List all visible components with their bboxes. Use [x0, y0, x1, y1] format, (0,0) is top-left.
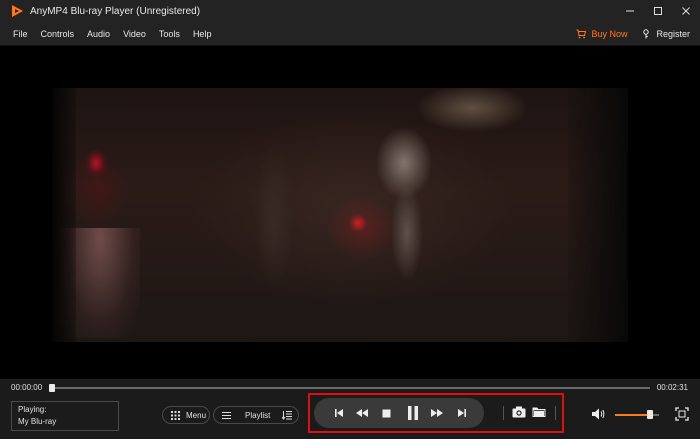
menu-file[interactable]: File [13, 29, 28, 39]
now-playing-title: My Blu-ray [18, 417, 57, 426]
total-time: 00:02:31 [656, 383, 688, 392]
app-logo-icon [12, 5, 23, 17]
list-icon [222, 411, 231, 419]
window-title: AnyMP4 Blu-ray Player (Unregistered) [30, 5, 201, 17]
pause-button[interactable] [405, 404, 421, 422]
skip-next-icon [458, 409, 466, 417]
separator [503, 406, 504, 420]
volume-handle[interactable] [647, 410, 654, 419]
fullscreen-button[interactable] [675, 407, 689, 421]
cart-icon [576, 29, 587, 38]
buy-now-label: Buy Now [591, 28, 628, 39]
pause-icon [408, 406, 418, 420]
fast-forward-button[interactable] [430, 406, 444, 420]
camera-icon [512, 406, 526, 418]
buy-now-button[interactable]: Buy Now [576, 29, 627, 39]
seek-bar[interactable] [50, 387, 650, 389]
minimize-button[interactable] [616, 0, 644, 22]
window-controls [616, 0, 700, 22]
menu-help[interactable]: Help [193, 29, 212, 39]
menu-audio[interactable]: Audio [87, 29, 110, 39]
now-playing-box: Playing: My Blu-ray [11, 401, 119, 431]
open-folder-button[interactable] [532, 405, 546, 419]
scene-shade-left [52, 88, 76, 342]
scene-shade-right [568, 88, 628, 342]
fullscreen-icon [675, 407, 689, 421]
menu-tools[interactable]: Tools [159, 29, 180, 39]
playlist-label: Playlist [245, 410, 271, 420]
seek-handle[interactable] [49, 384, 55, 392]
minimize-icon [626, 10, 634, 12]
key-icon [643, 28, 650, 38]
fast-forward-icon [431, 409, 443, 417]
volume-button[interactable] [592, 407, 606, 421]
title-bar: AnyMP4 Blu-ray Player (Unregistered) [0, 0, 700, 22]
speaker-icon [592, 408, 605, 420]
disc-menu-label: Menu [186, 410, 207, 420]
snapshot-button[interactable] [512, 405, 526, 419]
volume-level [615, 414, 651, 416]
playlist-button[interactable]: Playlist [213, 406, 299, 424]
folder-icon [532, 407, 546, 417]
maximize-icon [654, 7, 662, 15]
control-bar: Playing: My Blu-ray Menu Playlist [0, 393, 700, 439]
menu-controls[interactable]: Controls [41, 29, 75, 39]
menu-bar: File Controls Audio Video Tools Help Buy… [0, 22, 700, 46]
now-playing-label: Playing: [18, 405, 47, 414]
stop-button[interactable] [379, 406, 393, 420]
rewind-button[interactable] [355, 406, 369, 420]
video-display[interactable] [0, 46, 700, 379]
skip-previous-icon [335, 409, 343, 417]
transport-controls [314, 398, 484, 428]
menu-video[interactable]: Video [123, 29, 146, 39]
register-label: Register [656, 28, 690, 39]
register-button[interactable]: Register [641, 29, 690, 39]
playlist-order-icon[interactable] [282, 410, 292, 420]
separator [555, 406, 556, 420]
disc-menu-button[interactable]: Menu [162, 406, 210, 424]
maximize-button[interactable] [644, 0, 672, 22]
grid-icon [171, 410, 180, 420]
skip-previous-button[interactable] [332, 406, 346, 420]
video-frame [52, 88, 628, 342]
skip-next-button[interactable] [455, 406, 469, 420]
rewind-icon [356, 409, 368, 417]
close-icon [682, 7, 690, 15]
close-button[interactable] [672, 0, 700, 22]
stop-icon [382, 409, 390, 417]
current-time: 00:00:00 [11, 383, 43, 392]
